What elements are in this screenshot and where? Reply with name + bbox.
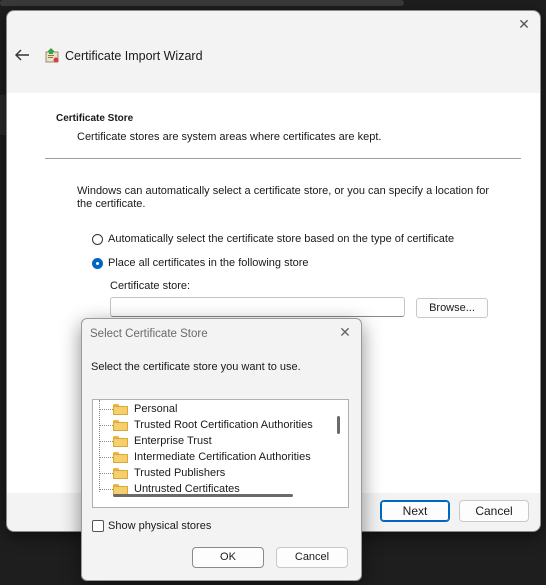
folder-icon: [113, 419, 128, 431]
browse-button[interactable]: Browse...: [416, 298, 488, 318]
background-window-edge: [0, 0, 404, 6]
tree-item-trusted-publishers[interactable]: Trusted Publishers: [113, 465, 225, 481]
dialog-title: Select Certificate Store: [90, 328, 208, 340]
folder-icon: [113, 403, 128, 415]
folder-icon: [113, 435, 128, 447]
certificate-icon: [45, 48, 59, 63]
vertical-scrollbar[interactable]: [337, 416, 340, 434]
back-arrow-icon[interactable]: [13, 47, 31, 63]
radio-auto-label: Automatically select the certificate sto…: [108, 233, 455, 245]
ok-button[interactable]: OK: [192, 547, 264, 568]
section-heading: Certificate Store: [56, 113, 134, 124]
certificate-store-label: Certificate store:: [110, 280, 191, 292]
dialog-prompt: Select the certificate store you want to…: [91, 361, 301, 373]
tree-item-label: Trusted Root Certification Authorities: [134, 419, 313, 431]
show-physical-stores-row[interactable]: Show physical stores: [92, 520, 211, 532]
tree-connector: [99, 400, 100, 492]
radio-place-in-store[interactable]: Place all certificates in the following …: [92, 255, 309, 271]
tree-item-trusted-root[interactable]: Trusted Root Certification Authorities: [113, 417, 313, 433]
radio-button-place[interactable]: [92, 257, 103, 269]
tree-item-label: Personal: [134, 403, 178, 415]
close-icon[interactable]: ✕: [516, 16, 532, 32]
radio-place-label: Place all certificates in the following …: [108, 257, 309, 269]
show-physical-stores-label: Show physical stores: [108, 520, 212, 532]
tree-item-enterprise-trust[interactable]: Enterprise Trust: [113, 433, 212, 449]
next-button[interactable]: Next: [380, 500, 450, 522]
tree-item-label: Trusted Publishers: [134, 467, 226, 479]
window-title: Certificate Import Wizard: [65, 49, 203, 63]
store-tree-view[interactable]: Personal Trusted Root Certification Auth…: [92, 399, 349, 508]
section-description: Certificate stores are system areas wher…: [77, 131, 382, 143]
folder-icon: [113, 467, 128, 479]
radio-auto-select[interactable]: Automatically select the certificate sto…: [92, 231, 454, 247]
dialog-cancel-button[interactable]: Cancel: [276, 547, 348, 568]
tree-item-intermediate[interactable]: Intermediate Certification Authorities: [113, 449, 311, 465]
close-icon[interactable]: ✕: [337, 324, 353, 340]
tree-item-personal[interactable]: Personal: [113, 401, 177, 417]
divider: [45, 158, 521, 159]
tree-item-label: Intermediate Certification Authorities: [134, 451, 311, 463]
horizontal-scrollbar[interactable]: [113, 494, 293, 497]
folder-icon: [113, 451, 128, 463]
radio-button-auto[interactable]: [92, 233, 103, 245]
folder-icon: [113, 483, 128, 495]
tree-item-label: Enterprise Trust: [134, 435, 212, 447]
select-certificate-store-dialog: Select Certificate Store ✕ Select the ce…: [81, 318, 362, 581]
certificate-store-input[interactable]: [110, 297, 405, 317]
show-physical-stores-checkbox[interactable]: [92, 520, 104, 532]
intro-text: Windows can automatically select a certi…: [77, 185, 490, 210]
cancel-button[interactable]: Cancel: [459, 500, 529, 522]
